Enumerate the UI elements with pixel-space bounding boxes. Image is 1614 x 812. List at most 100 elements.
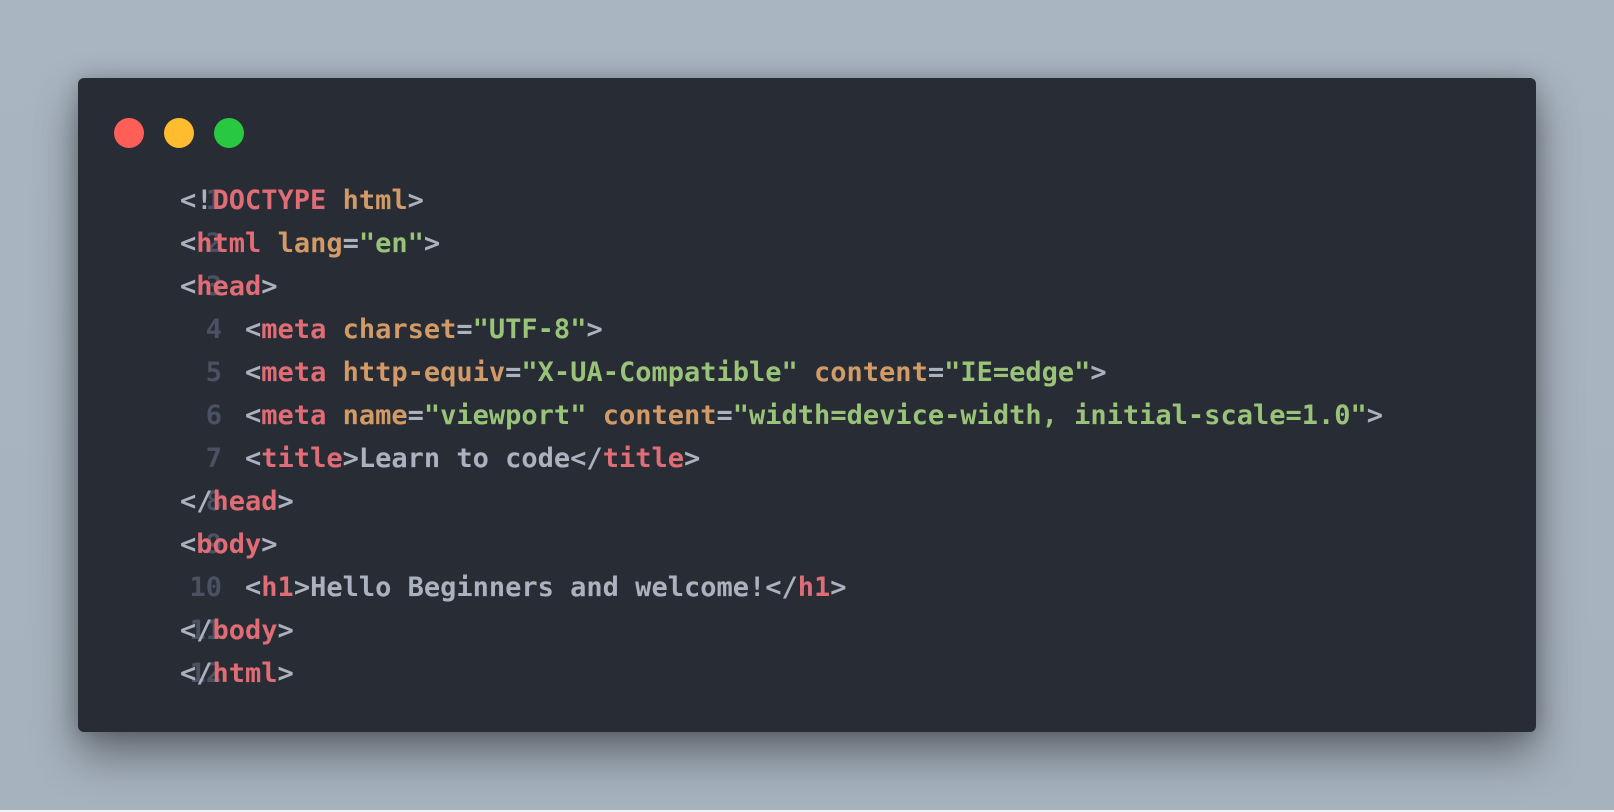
tag-name: h1 [797, 572, 831, 603]
tag-name: html [196, 228, 262, 259]
punctuation: > [277, 486, 294, 517]
tag-name: title [602, 443, 684, 474]
punctuation: > [1366, 400, 1384, 431]
line-content: </head> [180, 480, 294, 523]
tag-name: html [212, 658, 278, 689]
tag-name: meta [261, 357, 327, 388]
line-content: </body> [180, 609, 294, 652]
code-line: 1 <!DOCTYPE html> [78, 179, 1536, 222]
line-content: <html lang="en"> [180, 222, 440, 265]
punctuation: < [245, 572, 262, 603]
punctuation: = [505, 357, 522, 388]
tag-name: head [212, 486, 278, 517]
punctuation: > [586, 314, 603, 345]
line-content: <meta name="viewport" content="width=dev… [180, 394, 1383, 437]
punctuation: < [180, 271, 197, 302]
tag-name: title [261, 443, 343, 474]
line-content: <head> [180, 265, 278, 308]
code-block: 1 <!DOCTYPE html> 2 <html lang="en"> 3 <head>… [78, 179, 1536, 695]
tag-name: DOCTYPE [212, 185, 327, 216]
code-line: 6 <meta name="viewport" content="width=d… [78, 394, 1536, 437]
line-content: <title>Learn to code</title> [180, 437, 700, 480]
string-value: "en" [358, 228, 424, 259]
punctuation: </ [765, 572, 798, 603]
punctuation: = [456, 314, 473, 345]
punctuation: = [927, 357, 945, 388]
punctuation: > [277, 615, 294, 646]
string-value: "width=device-width, initial-scale=1.0" [732, 400, 1367, 431]
close-dot-icon[interactable] [114, 118, 144, 148]
punctuation: </ [180, 658, 213, 689]
punctuation: < [245, 357, 262, 388]
punctuation: > [423, 228, 441, 259]
punctuation [326, 400, 342, 431]
attribute-name: content [602, 400, 717, 431]
attribute-name: html [342, 185, 408, 216]
attribute-name: name [342, 400, 408, 431]
punctuation: </ [180, 486, 213, 517]
tag-name: head [196, 271, 262, 302]
code-line: 11 </body> [78, 609, 1536, 652]
code-line: 10 <h1>Hello Beginners and welcome!</h1> [78, 566, 1536, 609]
punctuation [326, 185, 342, 216]
punctuation: < [180, 529, 197, 560]
string-value: "X-UA-Compatible" [521, 357, 798, 388]
attribute-name: http-equiv [342, 357, 506, 388]
tag-name: meta [261, 400, 327, 431]
string-value: "IE=edge" [944, 357, 1091, 388]
punctuation: = [407, 400, 424, 431]
punctuation: = [342, 228, 359, 259]
code-line: 7 <title>Learn to code</title> [78, 437, 1536, 480]
minimize-dot-icon[interactable] [164, 118, 194, 148]
punctuation: > [1090, 357, 1107, 388]
string-value: "viewport" [423, 400, 587, 431]
punctuation: > [277, 658, 294, 689]
code-line: 4 <meta charset="UTF-8"> [78, 308, 1536, 351]
punctuation: > [830, 572, 847, 603]
line-content: <meta charset="UTF-8"> [180, 308, 603, 351]
punctuation: > [407, 185, 424, 216]
punctuation: <! [180, 185, 213, 216]
punctuation: </ [570, 443, 603, 474]
line-content: <body> [180, 523, 278, 566]
tag-name: meta [261, 314, 327, 345]
punctuation: < [180, 228, 197, 259]
text-content: Hello Beginners and welcome! [310, 572, 766, 603]
punctuation: < [245, 400, 262, 431]
text-content: Learn to code [358, 443, 571, 474]
punctuation: > [683, 443, 701, 474]
punctuation [261, 228, 277, 259]
code-line: 8 </head> [78, 480, 1536, 523]
line-content: <!DOCTYPE html> [180, 179, 424, 222]
attribute-name: lang [277, 228, 343, 259]
punctuation: > [342, 443, 359, 474]
string-value: "UTF-8" [472, 314, 587, 345]
punctuation [326, 357, 342, 388]
line-content: <h1>Hello Beginners and welcome!</h1> [180, 566, 847, 609]
punctuation: </ [180, 615, 213, 646]
code-line: 9 <body> [78, 523, 1536, 566]
line-content: </html> [180, 652, 294, 695]
code-window: 1 <!DOCTYPE html> 2 <html lang="en"> 3 <head>… [78, 78, 1536, 732]
code-line: 3 <head> [78, 265, 1536, 308]
attribute-name: content [814, 357, 928, 388]
punctuation [798, 357, 814, 388]
line-content: <meta http-equiv="X-UA-Compatible" conte… [180, 351, 1107, 394]
maximize-dot-icon[interactable] [214, 118, 244, 148]
punctuation [326, 314, 342, 345]
tag-name: body [196, 529, 262, 560]
code-line: 2 <html lang="en"> [78, 222, 1536, 265]
punctuation: > [261, 529, 278, 560]
punctuation: < [245, 314, 262, 345]
tag-name: h1 [261, 572, 294, 603]
punctuation [586, 400, 602, 431]
punctuation: > [293, 572, 311, 603]
tag-name: body [212, 615, 278, 646]
punctuation: > [261, 271, 278, 302]
code-line: 12 </html> [78, 652, 1536, 695]
